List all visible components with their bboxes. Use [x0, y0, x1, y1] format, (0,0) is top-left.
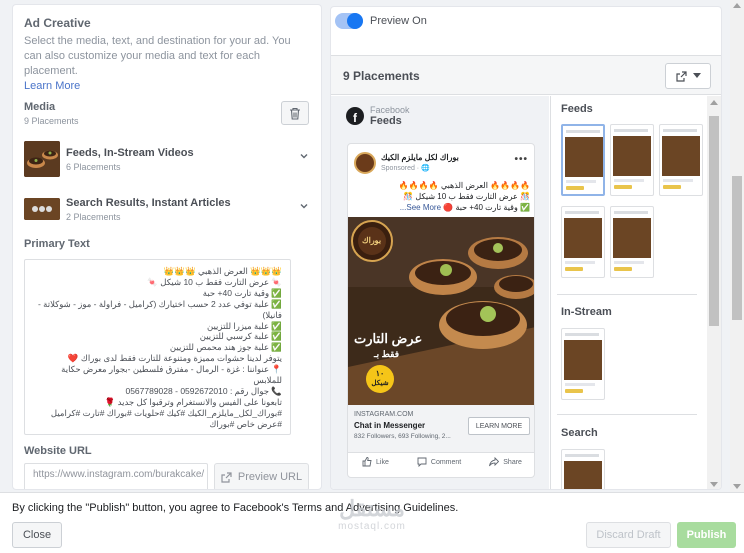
comment-label: Comment — [430, 458, 462, 466]
price-value: ١٠ — [375, 369, 385, 378]
comment-button[interactable]: Comment — [417, 457, 461, 467]
link-description: 832 Followers, 693 Following, 2... — [354, 433, 451, 440]
placement-thumbnail[interactable] — [659, 124, 703, 196]
media-title: Media — [24, 101, 56, 113]
preview-toggle-row: Preview On — [335, 13, 427, 29]
ad-creative-panel: Ad Creative Select the media, text, and … — [12, 4, 322, 490]
logo-text: بوراك — [362, 236, 382, 245]
preview-panel: Preview On 9 Placements f Facebook Feeds… — [330, 6, 722, 490]
image-subtitle: فقط بـ — [374, 349, 400, 359]
like-label: Like — [376, 458, 389, 466]
share-label: Share — [503, 458, 522, 466]
divider — [557, 414, 697, 415]
link-domain: INSTAGRAM.COM — [354, 411, 414, 418]
share-preview-button[interactable] — [665, 63, 711, 89]
link-title: Chat in Messenger — [354, 421, 426, 430]
placement-thumbnail[interactable] — [610, 206, 654, 278]
share-icon — [489, 457, 500, 467]
placements-title: 9 Placements — [343, 69, 420, 83]
primary-text-label: Primary Text — [24, 238, 90, 250]
preview-toggle[interactable] — [335, 13, 363, 29]
source-platform: Facebook — [370, 105, 410, 115]
divider — [557, 294, 697, 295]
media-item-count: 6 Placements — [66, 162, 121, 172]
page-scrollbar[interactable] — [730, 0, 744, 492]
post-text-line: ✅ وقية تارت 40+ حبة 🔴 — [443, 203, 530, 212]
close-button[interactable]: Close — [12, 522, 62, 548]
post-image: بوراك عرض التارت فقط بـ ١٠ شيكل — [348, 217, 534, 405]
preview-toggle-label: Preview On — [370, 15, 427, 27]
legal-prefix: By clicking the "Publish" button, you ag… — [12, 502, 292, 514]
share-button[interactable]: Share — [489, 457, 522, 467]
website-url-input[interactable]: https://www.instagram.com/burakcake/ — [24, 463, 208, 489]
placement-thumbnail[interactable] — [610, 124, 654, 196]
preview-url-label: Preview URL — [237, 471, 303, 483]
media-section: Media 9 Placements Feeds, In-Stream Vide… — [24, 101, 311, 222]
media-thumbnail — [24, 141, 60, 177]
sponsored-label: Sponsored · 🌐 — [381, 165, 430, 172]
publish-button[interactable]: Publish — [677, 522, 736, 548]
placement-thumbnail[interactable] — [561, 124, 605, 196]
thumbs-up-icon — [362, 457, 372, 467]
like-button[interactable]: Like — [362, 457, 389, 467]
source-placement: Feeds — [370, 115, 402, 127]
page-name: بوراك لكل مايلزم الكيك — [381, 153, 459, 162]
placements-list: Feeds In-Stream Search — [550, 96, 707, 489]
image-title: عرض التارت — [354, 331, 423, 346]
caret-down-icon — [692, 73, 701, 78]
watermark-logo: مستقل mostaql.com — [324, 496, 420, 533]
preview-url-button[interactable]: Preview URL — [214, 463, 309, 489]
ad-post-preview: بوراك لكل مايلزم الكيك Sponsored · 🌐 •••… — [347, 143, 535, 478]
watermark-english: mostaql.com — [338, 521, 406, 532]
delete-media-button[interactable] — [281, 101, 309, 125]
more-options-icon[interactable]: ••• — [514, 154, 528, 165]
price-unit: شيكل — [371, 380, 389, 387]
ad-creative-description: Select the media, text, and destination … — [24, 35, 291, 77]
post-text: 🔥🔥🔥🔥 العرض الذهبي 🔥🔥🔥🔥 🎊 عرض التارت فقط … — [354, 180, 530, 213]
facebook-logo-icon: f — [346, 107, 364, 125]
learn-more-link[interactable]: Learn More — [24, 79, 309, 94]
placement-group-search: Search — [561, 427, 598, 439]
post-link-footer[interactable]: INSTAGRAM.COM Chat in Messenger 832 Foll… — [348, 405, 534, 453]
placements-header: 9 Placements — [331, 55, 721, 95]
media-placement-count: 9 Placements — [24, 116, 79, 126]
placement-source: f Facebook Feeds — [346, 105, 410, 127]
media-item-count: 2 Placements — [66, 212, 121, 222]
ad-preview-area: f Facebook Feeds بوراك لكل مايلزم الكيك … — [331, 96, 549, 489]
see-more-link[interactable]: See More... — [400, 203, 441, 212]
primary-text-input[interactable]: 👑👑👑 العرض الذهبي 👑👑👑 🍬 عرض التارت فقط ب … — [24, 259, 291, 435]
chevron-down-icon[interactable] — [299, 151, 309, 161]
post-text-line: 🔥🔥🔥🔥 العرض الذهبي 🔥🔥🔥🔥 — [398, 181, 530, 190]
placement-thumbnail[interactable] — [561, 206, 605, 278]
website-url-section: Website URL https://www.instagram.com/bu… — [24, 445, 311, 489]
discard-draft-button[interactable]: Discard Draft — [586, 522, 671, 548]
watermark-arabic: مستقل — [339, 496, 405, 521]
avatar — [354, 152, 376, 174]
primary-text-section: Primary Text 👑👑👑 العرض الذهبي 👑👑👑 🍬 عرض … — [24, 238, 311, 435]
post-actions: Like Comment Share — [348, 457, 534, 467]
learn-more-cta-button[interactable]: LEARN MORE — [468, 417, 530, 435]
placement-group-feeds: Feeds — [561, 103, 593, 115]
ad-creative-title: Ad Creative — [24, 16, 91, 30]
external-link-icon — [221, 471, 232, 483]
placement-thumbnail[interactable] — [561, 328, 605, 400]
legal-suffix: . — [455, 502, 459, 514]
ad-creative-section: Ad Creative Select the media, text, and … — [24, 16, 309, 94]
placement-group-instream: In-Stream — [561, 306, 612, 318]
media-item-name: Feeds, In-Stream Videos — [66, 147, 194, 159]
trash-icon — [290, 107, 300, 120]
media-item-feeds[interactable]: Feeds, In-Stream Videos 6 Placements — [24, 141, 311, 177]
post-header: بوراك لكل مايلزم الكيك Sponsored · 🌐 ••• — [354, 152, 530, 176]
chevron-down-icon[interactable] — [299, 201, 309, 211]
comment-icon — [417, 457, 427, 467]
placement-thumbnail[interactable] — [561, 449, 605, 489]
media-item-search[interactable]: Search Results, Instant Articles 2 Place… — [24, 191, 311, 227]
media-item-name: Search Results, Instant Articles — [66, 197, 231, 209]
placements-scrollbar[interactable] — [707, 96, 721, 489]
footer-bar: By clicking the "Publish" button, you ag… — [0, 492, 744, 553]
external-link-icon — [675, 70, 687, 82]
website-url-label: Website URL — [24, 445, 92, 457]
media-thumbnail — [24, 198, 60, 220]
post-text-line: 🎊 عرض التارت فقط ب 10 شيكل 🎊 — [403, 192, 530, 201]
